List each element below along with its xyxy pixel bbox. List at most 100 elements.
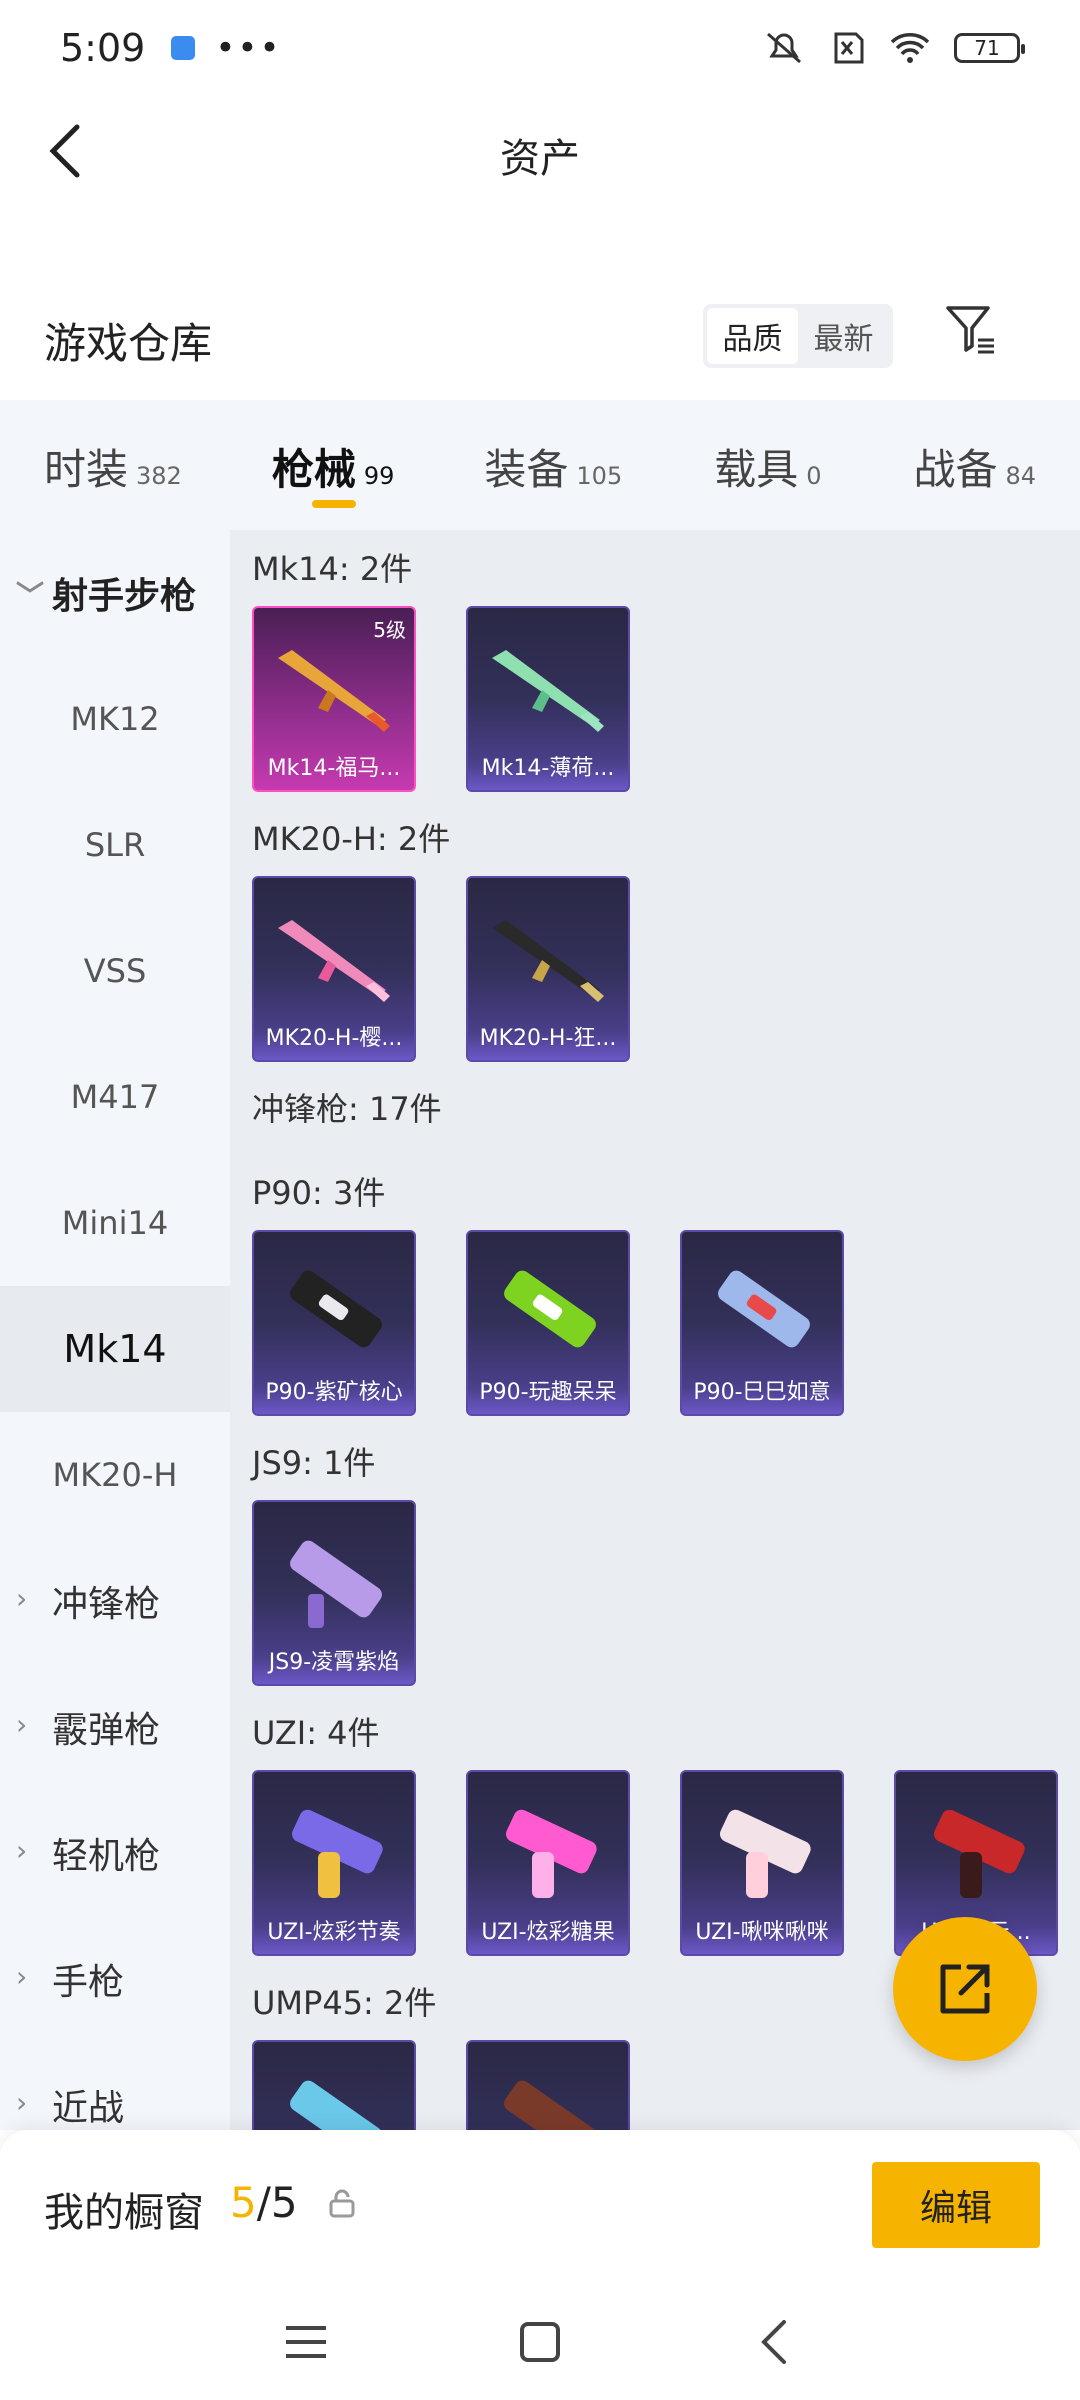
weapon-tile[interactable]: P90-紫矿核心 xyxy=(252,1230,416,1416)
back-nav-icon[interactable] xyxy=(748,2314,804,2370)
tab-supplies[interactable]: 战备 84 xyxy=(914,400,1037,530)
weapon-tile[interactable] xyxy=(252,2040,416,2130)
weapon-name: P90-玩趣呆呆 xyxy=(479,1380,617,1405)
tab-weapons[interactable]: 枪械 99 xyxy=(272,400,394,530)
sidebar-item-pistol[interactable]: › 手枪 xyxy=(0,1916,230,2042)
status-icons: 71 xyxy=(764,30,1025,66)
home-icon[interactable] xyxy=(512,2314,568,2370)
tab-count: 382 xyxy=(136,462,182,490)
sidebar-item-label: 霰弹枪 xyxy=(52,1710,161,1751)
weapon-tile[interactable]: UZI-炫彩糖果 xyxy=(466,1770,630,1956)
my-showcase-bar: 我的橱窗 5/5 编辑 xyxy=(0,2130,1080,2280)
weapon-name: P90-巳巳如意 xyxy=(693,1380,831,1405)
weapon-type-sidebar: ﹀ 射手步枪 MK12 SLR VSS M417 Mini14 Mk14 MK20… xyxy=(0,530,230,2130)
weapon-tile[interactable]: JS9-凌霄紫焰 xyxy=(252,1500,416,1686)
weapon-name: MK20-H-樱... xyxy=(265,1026,403,1051)
tab-equipment[interactable]: 装备 105 xyxy=(484,400,622,530)
weapon-name: UZI-啾咪啾咪 xyxy=(695,1920,829,1945)
sort-newest[interactable]: 最新 xyxy=(798,308,889,364)
smg-icon xyxy=(504,1270,596,1348)
share-button[interactable] xyxy=(893,1917,1037,2061)
sidebar-item-lmg[interactable]: › 轻机枪 xyxy=(0,1790,230,1916)
tab-count: 105 xyxy=(576,462,623,490)
sidebar-item-slr[interactable]: SLR xyxy=(0,782,230,908)
chevron-right-icon: › xyxy=(16,1582,28,1615)
weapon-name: UZI-炫彩节奏 xyxy=(267,1920,401,1945)
system-nav-bar xyxy=(0,2280,1080,2400)
showcase-sep: / xyxy=(256,2178,271,2227)
group-title-mk20h: MK20-H: 2件 xyxy=(252,820,451,858)
weapon-tile[interactable]: UZI-炫彩节奏 xyxy=(252,1770,416,1956)
weapon-tile[interactable]: UZI-啾咪啾咪 xyxy=(680,1770,844,1956)
smg-icon xyxy=(290,1540,382,1628)
weapon-tile[interactable]: 5级 Mk14-福马... xyxy=(252,606,416,792)
sidebar-item-smg[interactable]: › 冲锋枪 xyxy=(0,1538,230,1664)
showcase-label: 我的橱窗 xyxy=(44,2190,204,2236)
sidebar-item-mini14[interactable]: Mini14 xyxy=(0,1160,230,1286)
warehouse-header: 游戏仓库 品质 最新 xyxy=(0,290,1080,390)
rifle-icon xyxy=(492,650,604,732)
mute-icon xyxy=(767,32,801,64)
tab-fashion[interactable]: 时装 382 xyxy=(44,400,182,530)
pistol-smg-icon xyxy=(933,1809,1025,1898)
status-bar: 5:09 ••• 71 xyxy=(0,0,1080,96)
weapon-name: UZI-炫彩糖果 xyxy=(481,1920,615,1945)
showcase-total: 5 xyxy=(270,2178,298,2227)
rifle-icon xyxy=(278,920,390,1002)
sidebar-item-mk20h[interactable]: MK20-H xyxy=(0,1412,230,1538)
tab-label: 时装 xyxy=(44,445,129,494)
tab-count: 84 xyxy=(1005,462,1037,490)
sort-quality[interactable]: 品质 xyxy=(707,308,798,364)
lock-icon xyxy=(329,2189,355,2218)
filter-icon xyxy=(946,306,994,354)
navbar: 资产 xyxy=(0,96,1080,206)
warehouse-title: 游戏仓库 xyxy=(44,319,213,368)
weapon-tile[interactable]: MK20-H-狂... xyxy=(466,876,630,1062)
tab-label: 载具 xyxy=(714,445,799,494)
weapon-name: Mk14-薄荷... xyxy=(481,756,615,781)
rifle-icon xyxy=(278,650,390,732)
pistol-smg-icon xyxy=(719,1809,811,1898)
sidebar-item-label: 手枪 xyxy=(52,1962,125,2003)
tab-vehicles[interactable]: 载具 0 xyxy=(714,400,821,530)
wifi-icon xyxy=(890,33,930,63)
smg-icon xyxy=(504,2080,596,2130)
category-tabs: 时装 382 枪械 99 装备 105 载具 0 战备 84 xyxy=(0,400,1080,530)
sidebar-item-m417[interactable]: M417 xyxy=(0,1034,230,1160)
tab-count: 0 xyxy=(806,462,822,490)
sidebar-item-label: 轻机枪 xyxy=(52,1836,161,1877)
sidebar-item-shotgun[interactable]: › 霰弹枪 xyxy=(0,1664,230,1790)
sort-toggle: 品质 最新 xyxy=(703,304,893,368)
chevron-right-icon: › xyxy=(16,1834,28,1867)
weapon-tile[interactable]: P90-玩趣呆呆 xyxy=(466,1230,630,1416)
group-title-uzi: UZI: 4件 xyxy=(252,1714,380,1752)
weapon-name: MK20-H-狂... xyxy=(479,1026,617,1051)
group-title-p90: P90: 3件 xyxy=(252,1174,386,1212)
app-root: 5:09 ••• 71 资产 游戏仓库 品质 最新 时装 382 枪械 99 装… xyxy=(0,0,1080,2400)
group-title-js9: JS9: 1件 xyxy=(252,1444,376,1482)
sidebar-item-vss[interactable]: VSS xyxy=(0,908,230,1034)
tab-label: 装备 xyxy=(484,445,569,494)
sidebar-item-marksman-rifle[interactable]: ﹀ 射手步枪 xyxy=(0,530,230,656)
weapon-tile[interactable] xyxy=(466,2040,630,2130)
battery-icon: 71 xyxy=(954,33,1025,63)
page-title: 资产 xyxy=(500,136,580,182)
weapon-tile[interactable]: Mk14-薄荷... xyxy=(466,606,630,792)
sidebar-item-label: 冲锋枪 xyxy=(52,1584,161,1625)
weapon-tile[interactable]: MK20-H-樱... xyxy=(252,876,416,1062)
menu-icon[interactable] xyxy=(278,2314,334,2370)
sidebar-item-label: 射手步枪 xyxy=(52,576,197,617)
edit-button[interactable]: 编辑 xyxy=(872,2162,1040,2248)
status-time: 5:09 xyxy=(60,26,146,70)
chevron-down-icon: ﹀ xyxy=(16,579,45,612)
group-title-mk14: Mk14: 2件 xyxy=(252,550,413,588)
weapon-name: JS9-凌霄紫焰 xyxy=(268,1650,400,1675)
tab-label: 战备 xyxy=(913,445,998,494)
weapon-tile[interactable]: P90-巳巳如意 xyxy=(680,1230,844,1416)
sidebar-item-mk14[interactable]: Mk14 xyxy=(0,1286,230,1412)
weapon-list: Mk14: 2件 5级 Mk14-福马... Mk14-薄荷... MK20-H… xyxy=(230,530,1080,2130)
group-title-ump45: UMP45: 2件 xyxy=(252,1984,437,2022)
status-more: ••• xyxy=(215,28,282,68)
sidebar-item-mk12[interactable]: MK12 xyxy=(0,656,230,782)
filter-button[interactable] xyxy=(942,300,1002,360)
